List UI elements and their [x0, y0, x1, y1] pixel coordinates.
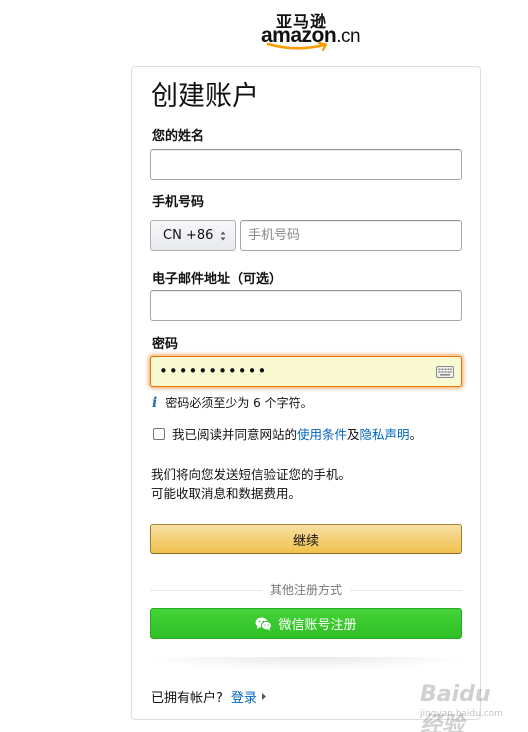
- email-input[interactable]: [150, 290, 462, 321]
- password-hint: i 密码必须至少为 6 个字符。: [152, 394, 313, 411]
- other-methods-text: 其他注册方式: [261, 582, 351, 598]
- terms-link[interactable]: 使用条件: [297, 424, 347, 443]
- phone-label: 手机号码: [152, 195, 205, 210]
- privacy-link[interactable]: 隐私声明: [360, 424, 410, 443]
- signin-link[interactable]: 登录: [231, 687, 257, 706]
- signin-row: 已拥有帐户? 登录: [151, 687, 266, 706]
- password-label: 密码: [152, 337, 179, 352]
- have-account-text: 已拥有帐户?: [151, 691, 223, 706]
- continue-label: 继续: [292, 533, 319, 549]
- amazon-logo[interactable]: 亚马逊 amazon.cn: [0, 6, 528, 51]
- name-input[interactable]: [150, 149, 462, 180]
- country-code-value: CN +86: [163, 228, 214, 243]
- continue-button[interactable]: 继续: [150, 524, 462, 554]
- baidu-watermark: Baidu 经验 jingyan.baidu.com: [408, 676, 518, 732]
- amazon-smile-icon: [266, 42, 328, 51]
- logo-domain: .cn: [336, 26, 361, 47]
- keyboard-icon[interactable]: [436, 366, 454, 378]
- country-code-select[interactable]: CN +86: [150, 220, 236, 251]
- wechat-label: 微信账号注册: [278, 618, 357, 633]
- chevron-right-icon: [261, 693, 266, 700]
- password-value: •••••••••••: [159, 362, 268, 380]
- sms-line-2: 可能收取消息和数据费用。: [151, 486, 302, 501]
- phone-input[interactable]: [240, 220, 462, 251]
- wechat-icon: [255, 617, 273, 631]
- select-caret-icon: [220, 231, 226, 241]
- name-label: 您的姓名: [152, 129, 205, 144]
- watermark-text: Baidu 经验: [420, 682, 491, 732]
- watermark-subtext: jingyan.baidu.com: [420, 709, 504, 719]
- info-icon: i: [152, 394, 158, 411]
- agree-and: 及: [347, 427, 360, 442]
- agree-suffix: 。: [409, 427, 423, 442]
- other-methods-divider: 其他注册方式: [150, 582, 462, 598]
- agree-prefix: 我已阅读并同意网站的: [172, 427, 298, 442]
- register-card: 创建账户 您的姓名 手机号码 CN +86 电子邮件地址（可选） 密码 ••••…: [131, 66, 481, 720]
- password-hint-text: 密码必须至少为 6 个字符。: [165, 396, 313, 410]
- page-title: 创建账户: [151, 81, 259, 112]
- section-shadow: [142, 657, 472, 671]
- email-label: 电子邮件地址（可选）: [152, 272, 283, 287]
- sms-notice: 我们将向您发送短信验证您的手机。 可能收取消息和数据费用。: [151, 465, 351, 503]
- password-input[interactable]: •••••••••••: [150, 356, 462, 387]
- wechat-register-button[interactable]: 微信账号注册: [150, 608, 462, 639]
- agree-row: 我已阅读并同意网站的 使用条件及隐私声明。: [153, 424, 422, 443]
- agree-checkbox[interactable]: [153, 427, 165, 440]
- sms-line-1: 我们将向您发送短信验证您的手机。: [151, 467, 352, 482]
